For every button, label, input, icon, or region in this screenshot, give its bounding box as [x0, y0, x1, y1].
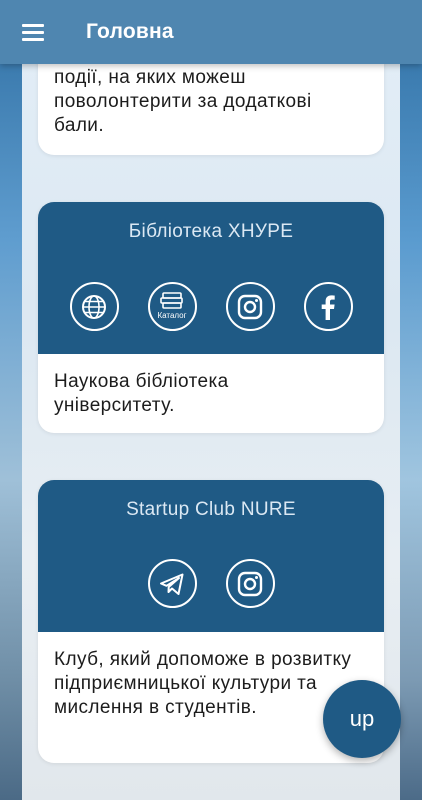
facebook-icon[interactable]	[303, 282, 353, 331]
library-card: Бібліотека ХНУРЕ Каталог Наукова бібліот…	[38, 202, 384, 433]
instagram-icon[interactable]	[225, 559, 275, 608]
card-icons: Каталог	[38, 282, 384, 331]
card-description: події, на яких можеш поволонтерити за до…	[54, 67, 312, 136]
scroll-up-label: up	[349, 706, 375, 731]
page-title: Головна	[86, 20, 174, 43]
telegram-icon[interactable]	[147, 559, 197, 608]
card-icons	[38, 559, 384, 608]
instagram-icon[interactable]	[225, 282, 275, 331]
catalog-label: Каталог	[157, 311, 186, 320]
hamburger-menu-icon[interactable]	[22, 23, 46, 41]
card-title: Бібліотека ХНУРЕ	[128, 221, 294, 242]
card-description: Наукова бібліотека університету.	[54, 371, 229, 416]
globe-icon[interactable]	[69, 282, 119, 331]
card-header: Startup Club NURE	[38, 480, 384, 632]
catalog-books-icon[interactable]: Каталог	[147, 282, 197, 331]
app-bar: Головна	[0, 0, 422, 64]
background-right	[400, 0, 422, 800]
card-header: Бібліотека ХНУРЕ Каталог	[38, 202, 384, 354]
scroll-up-button[interactable]: up	[323, 680, 401, 758]
background-left	[0, 0, 22, 800]
card-title: Startup Club NURE	[126, 499, 296, 520]
